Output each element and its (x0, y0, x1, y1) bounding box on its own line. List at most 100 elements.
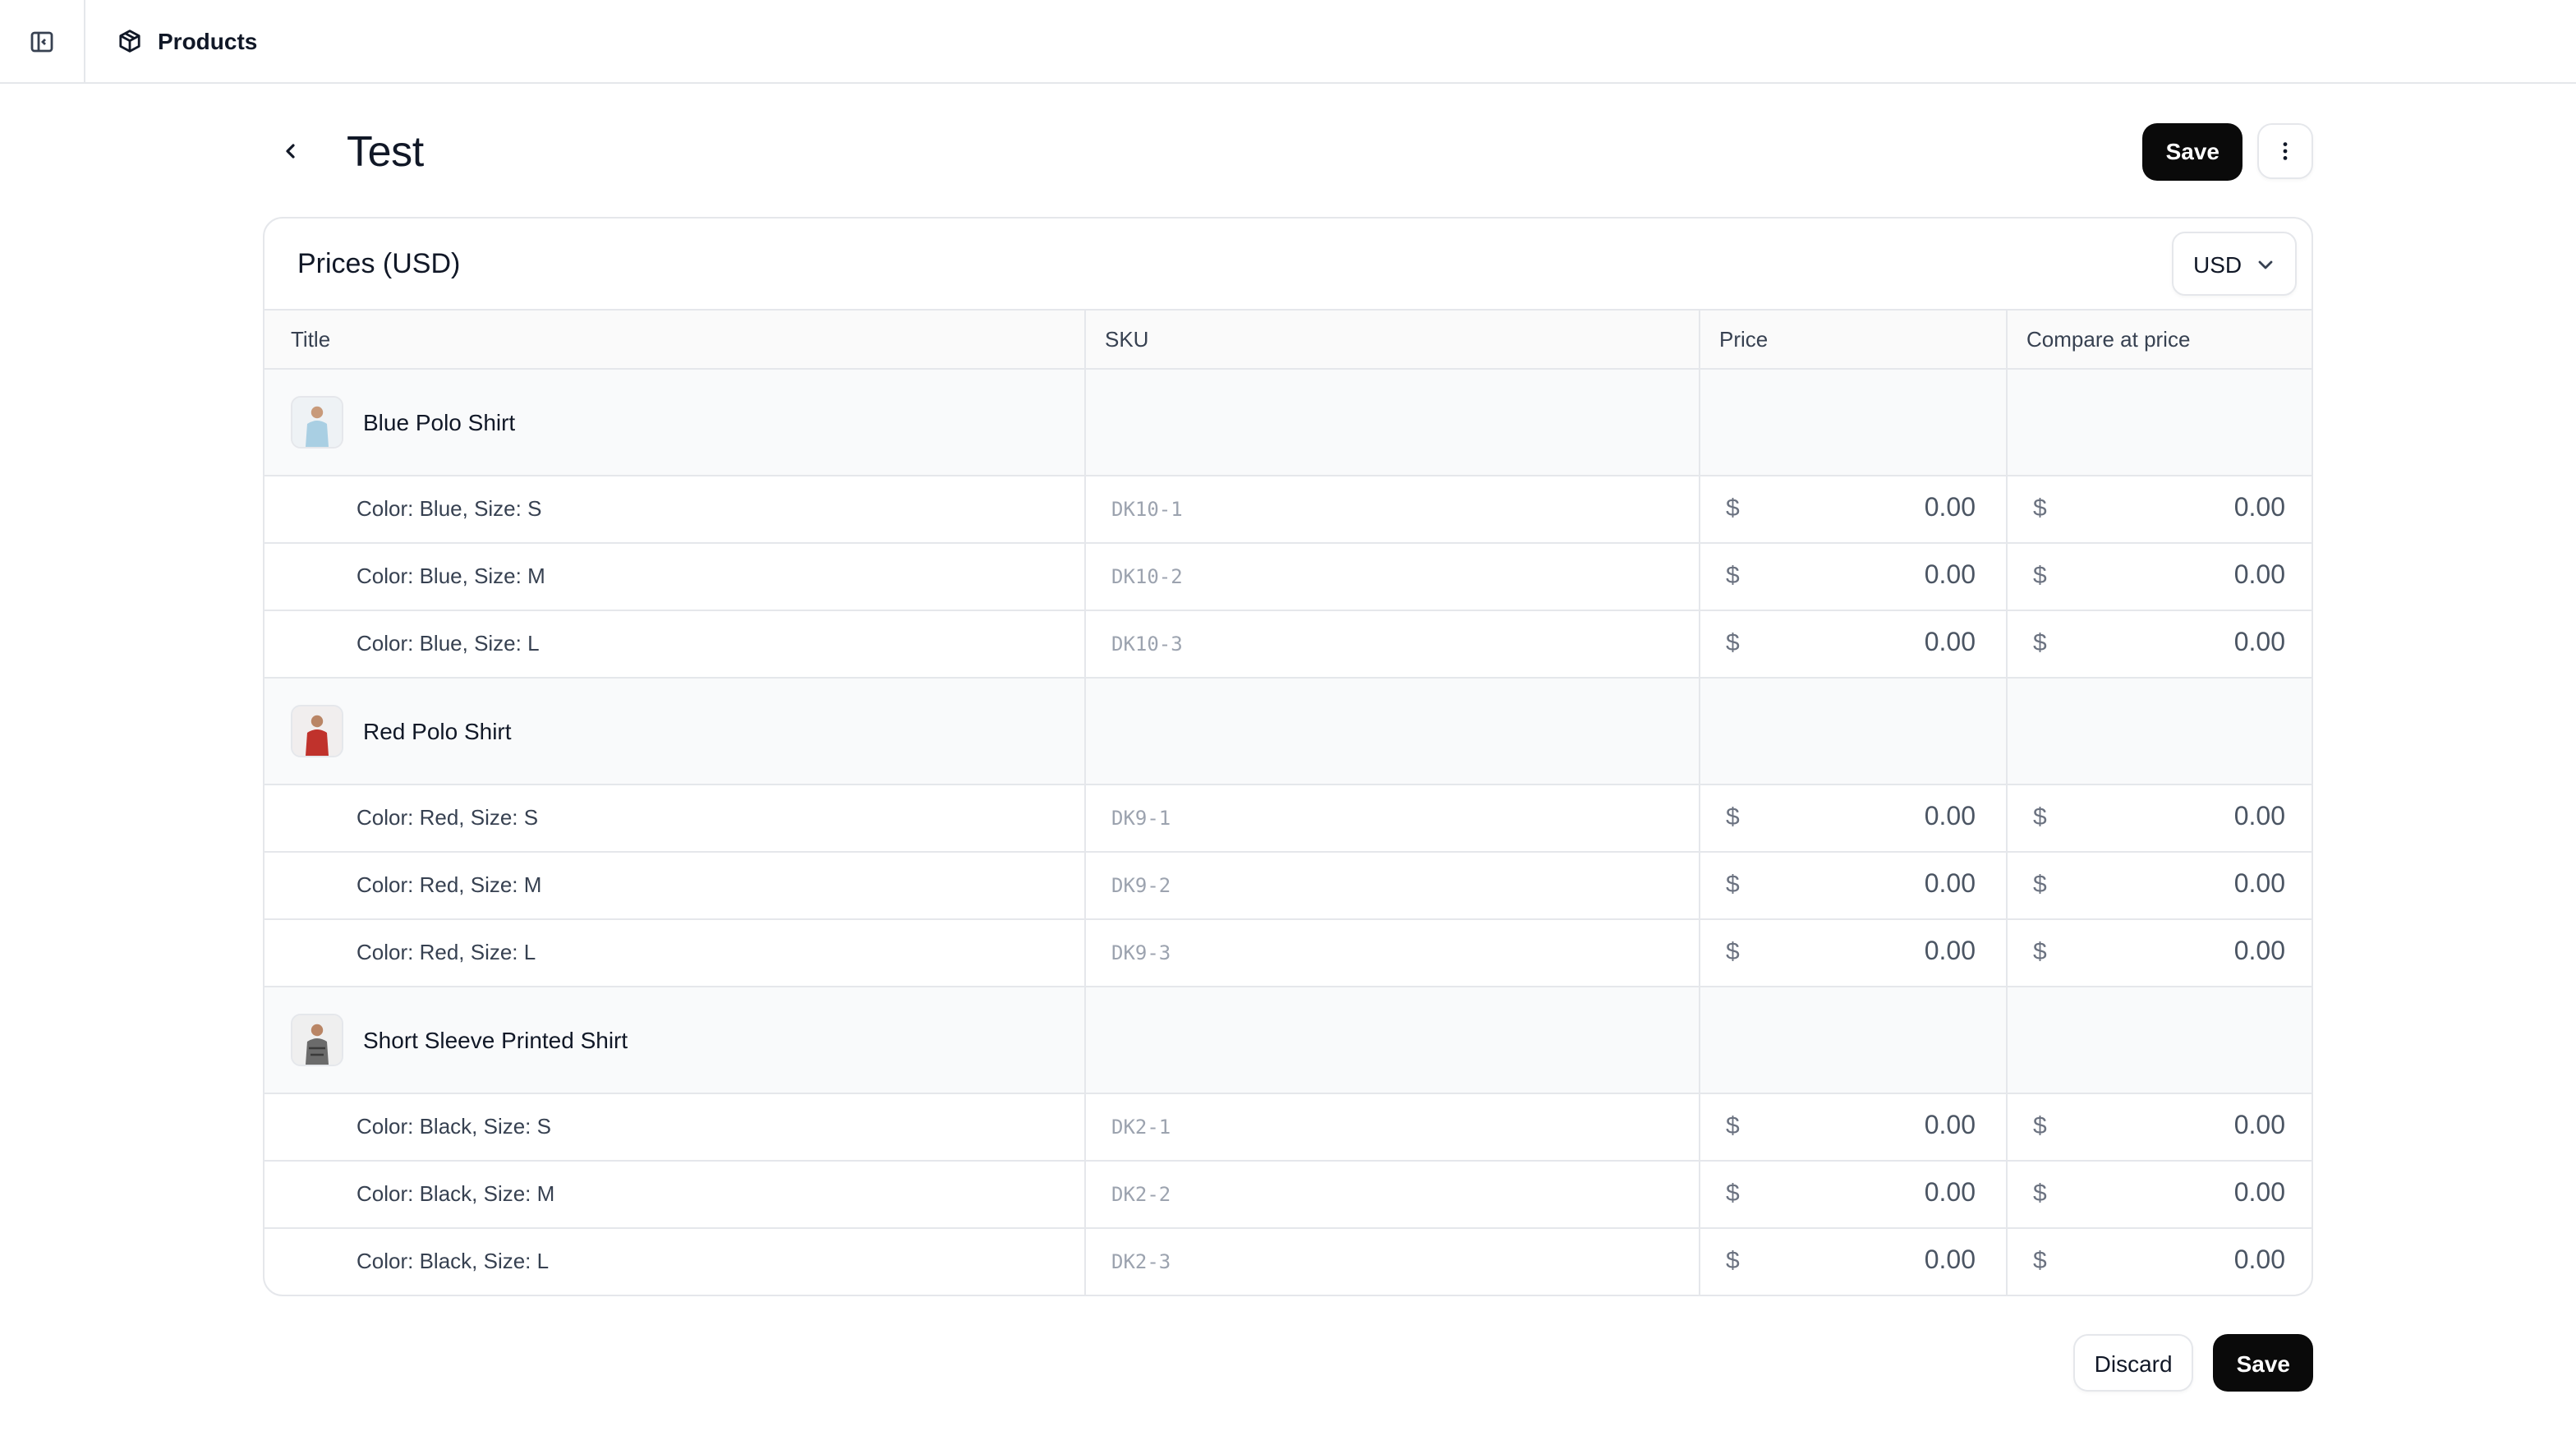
empty-cell (1084, 986, 1700, 1093)
price-cell: $0.00 (1699, 475, 2007, 543)
compare-at-price-input[interactable]: $0.00 (2007, 1161, 2312, 1226)
empty-cell (2006, 986, 2312, 1093)
product-thumbnail (291, 395, 343, 448)
product-name: Short Sleeve Printed Shirt (363, 1026, 628, 1052)
variant-row: Color: Black, Size: S DK2-1 $0.00 $0.00 (264, 1093, 2312, 1161)
currency-symbol: $ (1726, 803, 1740, 831)
compare-at-price-value: 0.00 (2233, 628, 2285, 656)
variant-sku: DK10-2 (1111, 564, 1183, 587)
variant-title-cell: Color: Red, Size: L (264, 918, 1085, 987)
compare-at-price-input[interactable]: $0.00 (2007, 852, 2312, 918)
currency-select[interactable]: USD (2172, 232, 2297, 296)
variant-row: Color: Red, Size: L DK9-3 $0.00 $0.00 (264, 918, 2312, 987)
currency-symbol: $ (1726, 1180, 1740, 1208)
compare-at-price-value: 0.00 (2233, 937, 2285, 965)
price-value: 0.00 (1924, 803, 1976, 831)
compare-at-price-input[interactable]: $0.00 (2007, 919, 2312, 985)
breadcrumb-label: Products (158, 28, 258, 54)
variant-title-cell: Color: Blue, Size: L (264, 610, 1085, 678)
breadcrumb-products[interactable]: Products (117, 28, 257, 54)
currency-symbol: $ (2033, 803, 2047, 831)
empty-cell (1084, 368, 1700, 476)
empty-cell (1699, 986, 2007, 1093)
chevron-down-icon (2258, 260, 2273, 269)
empty-cell (1084, 677, 1700, 785)
discard-button[interactable]: Discard (2072, 1334, 2194, 1392)
variant-title-cell: Color: Blue, Size: S (264, 475, 1085, 543)
currency-symbol: $ (2033, 1180, 2047, 1208)
table-body: Blue Polo Shirt Color: Blue, Size: S DK10-… (264, 368, 2312, 1295)
price-cell: $0.00 (1699, 1093, 2007, 1161)
currency-symbol: $ (2033, 1247, 2047, 1276)
page-header: Test Save (263, 122, 2313, 181)
currency-symbol: $ (1726, 1247, 1740, 1276)
variant-title: Color: Blue, Size: S (356, 496, 542, 521)
variant-row: Color: Black, Size: M DK2-2 $0.00 $0.00 (264, 1160, 2312, 1228)
price-input[interactable]: $0.00 (1700, 543, 2005, 609)
price-cell: $0.00 (1699, 1227, 2007, 1295)
app-window: Products Test Save Prices (USD) USD Titl… (0, 0, 2576, 1454)
currency-symbol: $ (1726, 629, 1740, 657)
variant-title-cell: Color: Black, Size: M (264, 1160, 1085, 1228)
compare-at-price-input[interactable]: $0.00 (2007, 785, 2312, 850)
price-value: 0.00 (1924, 628, 1976, 656)
sku-cell: DK2-2 (1084, 1160, 1700, 1228)
variant-row: Color: Blue, Size: L DK10-3 $0.00 $0.00 (264, 610, 2312, 678)
variant-title: Color: Red, Size: L (356, 940, 536, 964)
variant-sku: DK9-1 (1111, 806, 1171, 829)
product-thumbnail (291, 1013, 343, 1065)
price-cell: $0.00 (1699, 542, 2007, 610)
more-options-button[interactable] (2257, 123, 2313, 179)
price-value: 0.00 (1924, 1111, 1976, 1139)
currency-symbol: $ (2033, 938, 2047, 966)
product-cell: Short Sleeve Printed Shirt (264, 986, 1085, 1093)
variant-title: Color: Red, Size: M (356, 872, 542, 897)
compare-at-price-value: 0.00 (2233, 803, 2285, 831)
price-input[interactable]: $0.00 (1700, 1093, 2005, 1159)
variant-title-cell: Color: Blue, Size: M (264, 542, 1085, 610)
sidebar-toggle-button[interactable] (0, 0, 85, 83)
footer-save-button[interactable]: Save (2213, 1334, 2313, 1392)
currency-symbol: $ (2033, 1112, 2047, 1140)
product-name: Red Polo Shirt (363, 717, 512, 743)
header-actions: Save (2142, 122, 2313, 180)
variant-title: Color: Black, Size: S (356, 1114, 551, 1139)
compare-price-cell: $0.00 (2006, 918, 2312, 987)
back-button[interactable] (263, 123, 319, 179)
empty-cell (1699, 677, 2007, 785)
compare-price-cell: $0.00 (2006, 475, 2312, 543)
variant-sku: DK10-1 (1111, 497, 1183, 520)
price-input[interactable]: $0.00 (1700, 785, 2005, 850)
compare-at-price-input[interactable]: $0.00 (2007, 1093, 2312, 1159)
sku-cell: DK10-2 (1084, 542, 1700, 610)
compare-at-price-value: 0.00 (2233, 870, 2285, 898)
save-button[interactable]: Save (2142, 122, 2242, 180)
currency-symbol: $ (1726, 871, 1740, 899)
price-input[interactable]: $0.00 (1700, 1161, 2005, 1226)
sidebar-toggle-icon (30, 30, 53, 52)
variant-sku: DK10-3 (1111, 632, 1183, 655)
price-input[interactable]: $0.00 (1700, 610, 2005, 676)
variant-sku: DK9-2 (1111, 873, 1171, 896)
sku-cell: DK9-3 (1084, 918, 1700, 987)
column-header-compare-at-price: Compare at price (2006, 311, 2312, 369)
currency-symbol: $ (2033, 495, 2047, 522)
product-thumbnail-icon (292, 706, 342, 755)
compare-price-cell: $0.00 (2006, 1227, 2312, 1295)
price-value: 0.00 (1924, 1246, 1976, 1275)
variant-title: Color: Blue, Size: L (356, 631, 540, 656)
price-value: 0.00 (1924, 1179, 1976, 1207)
compare-at-price-input[interactable]: $0.00 (2007, 476, 2312, 541)
compare-at-price-input[interactable]: $0.00 (2007, 1229, 2312, 1295)
column-header-title: Title (264, 311, 1085, 369)
compare-at-price-input[interactable]: $0.00 (2007, 543, 2312, 609)
price-input[interactable]: $0.00 (1700, 476, 2005, 541)
price-input[interactable]: $0.00 (1700, 919, 2005, 985)
sku-cell: DK10-1 (1084, 475, 1700, 543)
compare-at-price-input[interactable]: $0.00 (2007, 610, 2312, 676)
price-input[interactable]: $0.00 (1700, 852, 2005, 918)
currency-symbol: $ (2033, 629, 2047, 657)
package-icon (119, 30, 140, 53)
product-title: Blue Polo Shirt (264, 395, 1083, 448)
price-input[interactable]: $0.00 (1700, 1229, 2005, 1295)
